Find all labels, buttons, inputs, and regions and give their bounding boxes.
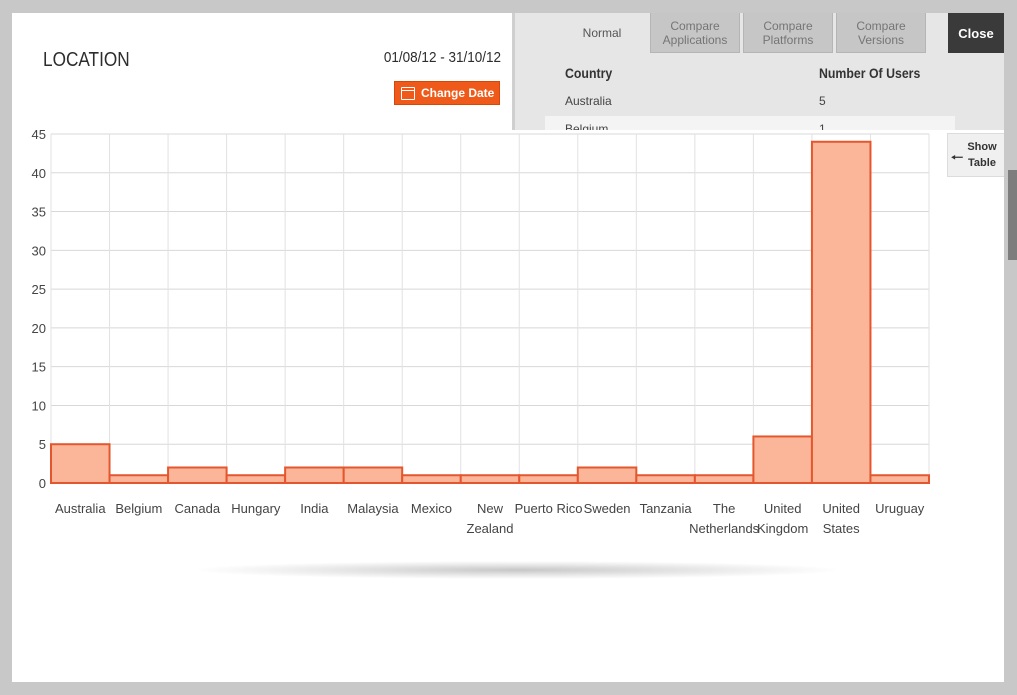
y-tick-label: 40	[32, 166, 46, 181]
bar	[342, 466, 404, 485]
x-tick-label: Netherlands	[689, 521, 760, 536]
x-tick-label: Belgium	[115, 501, 162, 516]
bar	[225, 474, 287, 485]
x-tick-label: Kingdom	[757, 521, 808, 536]
y-tick-label: 30	[32, 243, 46, 258]
bar	[635, 474, 696, 485]
x-tick-label: Tanzania	[640, 501, 693, 516]
bar	[50, 443, 111, 485]
y-tick-label: 35	[32, 205, 46, 220]
x-tick-label: Sweden	[584, 501, 631, 516]
page-scrollbar[interactable]	[1008, 170, 1017, 260]
bar	[167, 466, 228, 485]
x-tick-label: India	[300, 501, 329, 516]
x-tick-label: New	[477, 501, 504, 516]
x-tick-label: Mexico	[411, 501, 452, 516]
x-tick-label: The	[713, 501, 735, 516]
x-tick-label: Malaysia	[347, 501, 399, 516]
x-tick-label: United	[822, 501, 860, 516]
x-tick-label: Puerto Rico	[515, 501, 583, 516]
bar	[869, 474, 931, 485]
chart-shadow	[197, 561, 837, 579]
bar	[108, 474, 170, 485]
bar	[459, 474, 521, 485]
y-tick-label: 45	[32, 127, 46, 142]
x-tick-label: United	[764, 501, 802, 516]
x-tick-label: Australia	[55, 501, 106, 516]
y-tick-label: 20	[32, 321, 46, 336]
x-tick-label: Canada	[175, 501, 221, 516]
y-tick-label: 25	[32, 282, 46, 297]
y-tick-label: 15	[32, 360, 46, 375]
bar	[576, 466, 638, 485]
bar	[284, 466, 345, 485]
bar	[810, 140, 872, 484]
bar-chart: 0 5 10 15 20 25 30 35 40 45 Australia Belgium Canada…	[32, 127, 931, 536]
y-tick-label: 5	[39, 437, 46, 452]
x-tick-label: Uruguay	[875, 501, 925, 516]
location-modal: LOCATION 01/08/12 - 31/10/12 Change Date…	[12, 13, 1004, 682]
y-tick-label: 0	[39, 476, 46, 491]
bar	[401, 474, 462, 485]
bar	[693, 474, 755, 485]
bar	[752, 435, 813, 485]
x-tick-label: Zealand	[467, 521, 514, 536]
x-tick-label: Hungary	[231, 501, 281, 516]
x-tick-label: States	[823, 521, 860, 536]
bar	[518, 474, 579, 485]
y-tick-label: 10	[32, 398, 46, 413]
